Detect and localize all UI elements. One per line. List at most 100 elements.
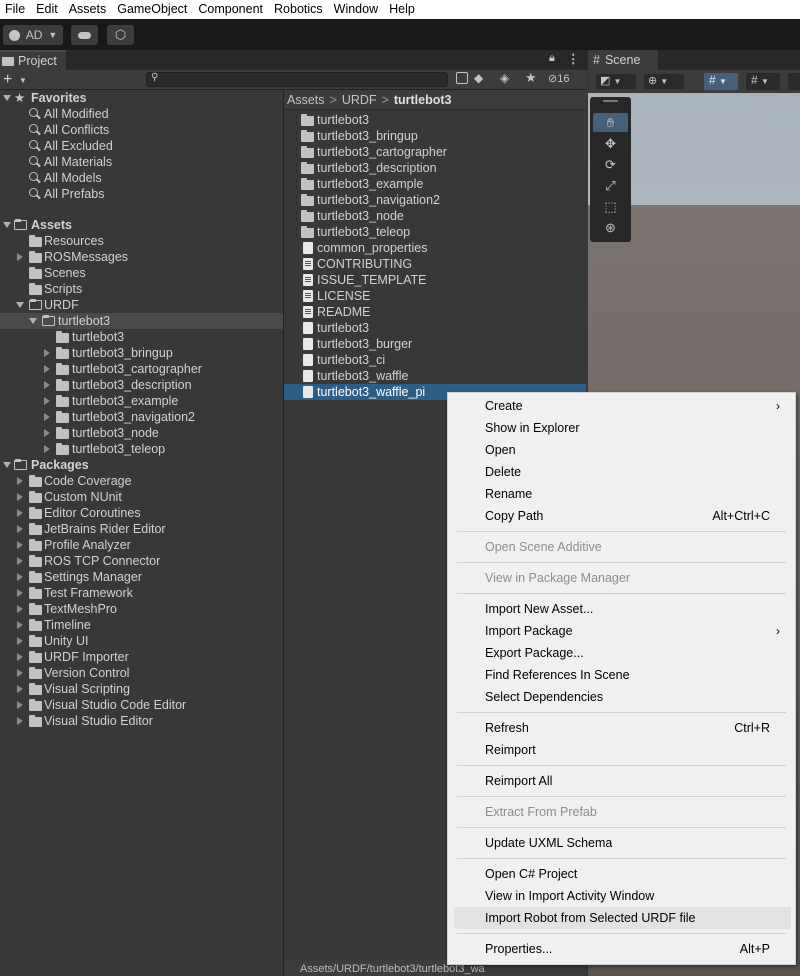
- tree-item-turtlebot3[interactable]: turtlebot3: [0, 313, 283, 329]
- menu-item-refresh[interactable]: Refresh Ctrl+R: [448, 717, 795, 739]
- asset-folder-urdf[interactable]: URDF: [0, 297, 283, 313]
- asset-folder-rosmessages[interactable]: ROSMessages: [0, 249, 283, 265]
- menu-file[interactable]: File: [0, 0, 31, 19]
- favorite-item-all-prefabs[interactable]: All Prefabs: [0, 186, 283, 202]
- grid-snap-toggle[interactable]: # ▼: [704, 73, 738, 90]
- add-icon[interactable]: +: [3, 70, 12, 89]
- menu-help[interactable]: Help: [384, 0, 421, 19]
- account-dropdown[interactable]: AD ▼: [3, 25, 63, 45]
- collapse-arrow-icon[interactable]: [17, 573, 23, 581]
- snap-increment-dropdown[interactable]: # ▼: [746, 73, 780, 90]
- cloud-button[interactable]: [71, 25, 98, 45]
- collapse-arrow-icon[interactable]: [17, 685, 23, 693]
- collapse-arrow-icon[interactable]: [17, 253, 23, 261]
- collapse-arrow-icon[interactable]: [17, 509, 23, 517]
- expand-arrow-icon[interactable]: [3, 95, 11, 101]
- collapse-arrow-icon[interactable]: [17, 541, 23, 549]
- asset-folder-scenes[interactable]: Scenes: [0, 265, 283, 281]
- menu-item-reimport[interactable]: Reimport: [448, 739, 795, 761]
- menu-item-create[interactable]: Create ›: [448, 395, 795, 417]
- file-document-turtlebot3-ci[interactable]: turtlebot3_ci: [284, 352, 586, 368]
- collapse-arrow-icon[interactable]: [17, 669, 23, 677]
- breadcrumb-assets[interactable]: Assets: [287, 93, 325, 107]
- expand-arrow-icon[interactable]: [16, 302, 24, 308]
- breadcrumb-urdf[interactable]: URDF: [342, 93, 377, 107]
- file-folder-turtlebot3-teleop[interactable]: turtlebot3_teleop: [284, 224, 586, 240]
- file-document-readme[interactable]: README: [284, 304, 586, 320]
- collapse-arrow-icon[interactable]: [17, 589, 23, 597]
- collapse-arrow-icon[interactable]: [17, 605, 23, 613]
- collapse-arrow-icon[interactable]: [44, 349, 50, 357]
- menu-item-select-dependencies[interactable]: Select Dependencies: [448, 686, 795, 708]
- tree-item-turtlebot3-bringup[interactable]: turtlebot3_bringup: [0, 345, 283, 361]
- services-button[interactable]: ⬡: [107, 25, 134, 45]
- expand-arrow-icon[interactable]: [3, 462, 11, 468]
- menu-item-open[interactable]: Open: [448, 439, 795, 461]
- menu-item-update-uxml[interactable]: Update UXML Schema: [448, 832, 795, 854]
- file-folder-turtlebot3-node[interactable]: turtlebot3_node: [284, 208, 586, 224]
- hand-tool-icon[interactable]: ✋︎: [593, 113, 628, 132]
- menu-item-view-import-activity[interactable]: View in Import Activity Window: [448, 885, 795, 907]
- star-icon[interactable]: ★: [525, 70, 537, 86]
- file-document-turtlebot3[interactable]: turtlebot3: [284, 320, 586, 336]
- file-document-issue-template[interactable]: ISSUE_TEMPLATE: [284, 272, 586, 288]
- expand-arrow-icon[interactable]: [3, 222, 11, 228]
- transform-tool-icon[interactable]: ⊛: [593, 218, 628, 237]
- collapse-arrow-icon[interactable]: [17, 717, 23, 725]
- package-visual-scripting[interactable]: Visual Scripting: [0, 681, 283, 697]
- filter-by-label-icon[interactable]: ◆: [474, 71, 483, 85]
- tree-item-turtlebot3[interactable]: turtlebot3: [0, 329, 283, 345]
- rect-tool-icon[interactable]: ⬚: [593, 197, 628, 216]
- package-visual-studio-code-editor[interactable]: Visual Studio Code Editor: [0, 697, 283, 713]
- package-textmeshpro[interactable]: TextMeshPro: [0, 601, 283, 617]
- package-version-control[interactable]: Version Control: [0, 665, 283, 681]
- menu-item-export-package[interactable]: Export Package...: [448, 642, 795, 664]
- menu-window[interactable]: Window: [329, 0, 384, 19]
- drag-handle[interactable]: [603, 100, 618, 102]
- packages-header[interactable]: Packages: [0, 457, 283, 473]
- menu-item-show-in-explorer[interactable]: Show in Explorer: [448, 417, 795, 439]
- search-input[interactable]: ⚲: [146, 72, 448, 87]
- menu-item-properties[interactable]: Properties... Alt+P: [448, 938, 795, 960]
- package-test-framework[interactable]: Test Framework: [0, 585, 283, 601]
- more-toolbar-icon[interactable]: [788, 73, 800, 90]
- tag-icon[interactable]: ◈: [500, 71, 509, 85]
- tree-item-turtlebot3-cartographer[interactable]: turtlebot3_cartographer: [0, 361, 283, 377]
- favorite-item-all-materials[interactable]: All Materials: [0, 154, 283, 170]
- menu-edit[interactable]: Edit: [31, 0, 64, 19]
- collapse-arrow-icon[interactable]: [17, 477, 23, 485]
- file-document-turtlebot3-burger[interactable]: turtlebot3_burger: [284, 336, 586, 352]
- favorite-item-all-excluded[interactable]: All Excluded: [0, 138, 283, 154]
- package-jetbrains-rider-editor[interactable]: JetBrains Rider Editor: [0, 521, 283, 537]
- lock-icon[interactable]: 🔒︎: [549, 52, 555, 65]
- collapse-arrow-icon[interactable]: [44, 445, 50, 453]
- menu-robotics[interactable]: Robotics: [269, 0, 329, 19]
- tree-item-turtlebot3-example[interactable]: turtlebot3_example: [0, 393, 283, 409]
- move-tool-icon[interactable]: ✥: [593, 134, 628, 153]
- file-document-license[interactable]: LICENSE: [284, 288, 586, 304]
- file-folder-turtlebot3-navigation2[interactable]: turtlebot3_navigation2: [284, 192, 586, 208]
- file-document-contributing[interactable]: CONTRIBUTING: [284, 256, 586, 272]
- package-profile-analyzer[interactable]: Profile Analyzer: [0, 537, 283, 553]
- search-by-type-icon[interactable]: [456, 72, 468, 84]
- breadcrumb-turtlebot3[interactable]: turtlebot3: [394, 93, 452, 107]
- collapse-arrow-icon[interactable]: [17, 557, 23, 565]
- file-document-turtlebot3-waffle[interactable]: turtlebot3_waffle: [284, 368, 586, 384]
- package-visual-studio-editor[interactable]: Visual Studio Editor: [0, 713, 283, 729]
- rotate-tool-icon[interactable]: ⟳: [593, 155, 628, 174]
- file-folder-turtlebot3[interactable]: turtlebot3: [284, 112, 586, 128]
- package-code-coverage[interactable]: Code Coverage: [0, 473, 283, 489]
- tree-item-turtlebot3-node[interactable]: turtlebot3_node: [0, 425, 283, 441]
- favorites-header[interactable]: ★ Favorites: [0, 90, 283, 106]
- package-ros-tcp-connector[interactable]: ROS TCP Connector: [0, 553, 283, 569]
- package-custom-nunit[interactable]: Custom NUnit: [0, 489, 283, 505]
- file-document-common-properties[interactable]: common_properties: [284, 240, 586, 256]
- menu-item-open-csharp[interactable]: Open C# Project: [448, 863, 795, 885]
- file-folder-turtlebot3-cartographer[interactable]: turtlebot3_cartographer: [284, 144, 586, 160]
- draw-mode-dropdown[interactable]: ◩ ▼: [596, 74, 636, 89]
- package-editor-coroutines[interactable]: Editor Coroutines: [0, 505, 283, 521]
- menu-gameobject[interactable]: GameObject: [112, 0, 193, 19]
- globe-dropdown[interactable]: ⊕ ▼: [644, 74, 684, 89]
- favorite-item-all-modified[interactable]: All Modified: [0, 106, 283, 122]
- menu-item-find-references[interactable]: Find References In Scene: [448, 664, 795, 686]
